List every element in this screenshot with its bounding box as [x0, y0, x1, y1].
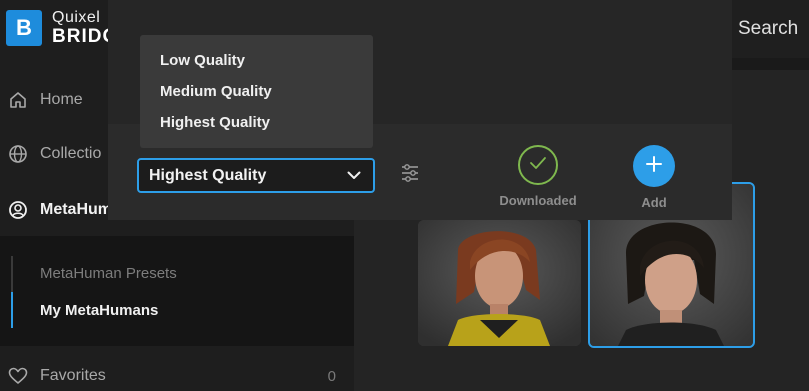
globe-icon [8, 144, 28, 164]
subnav-item-presets[interactable]: MetaHuman Presets [40, 265, 177, 282]
sidebar-item-label: Home [40, 91, 83, 108]
heart-icon [8, 366, 28, 386]
quality-option-highest[interactable]: Highest Quality [140, 111, 373, 142]
downloaded-status: Downloaded [491, 145, 585, 208]
user-circle-icon [8, 200, 28, 220]
metahuman-subnav: MetaHuman Presets My MetaHumans [0, 236, 354, 346]
add-circle [633, 145, 675, 187]
subnav-item-my-metahumans[interactable]: My MetaHumans [40, 302, 158, 319]
favorites-count: 0 [327, 367, 336, 385]
add-button[interactable]: Add [624, 145, 684, 210]
add-label: Add [641, 195, 667, 210]
sidebar-item-label: MetaHum [40, 201, 113, 218]
search-label: Search [738, 18, 799, 39]
sidebar-item-favorites[interactable]: Favorites 0 [0, 356, 354, 391]
chevron-down-icon [347, 171, 361, 180]
sliders-icon [400, 163, 420, 188]
sidebar-item-label: Collectio [40, 145, 102, 162]
quality-option-medium[interactable]: Medium Quality [140, 80, 373, 111]
female-portrait-image [418, 220, 581, 346]
sidebar-item-label: Favorites [40, 367, 106, 384]
search-bar[interactable]: Search [732, 0, 809, 58]
logo[interactable]: B [6, 10, 42, 46]
metahuman-card-female[interactable] [418, 220, 581, 346]
settings-sliders-button[interactable] [398, 163, 422, 187]
quality-select[interactable]: Highest Quality [137, 158, 375, 193]
quality-dropdown-menu: Low Quality Medium Quality Highest Quali… [140, 35, 373, 148]
downloaded-label: Downloaded [499, 193, 577, 208]
downloaded-circle [518, 145, 558, 185]
download-popup: Low Quality Medium Quality Highest Quali… [108, 0, 732, 220]
quality-selected-value: Highest Quality [149, 166, 267, 184]
logo-letter: B [16, 15, 32, 40]
subnav-active-indicator [11, 292, 13, 328]
home-icon [8, 90, 28, 110]
plus-icon [645, 155, 663, 178]
check-icon [529, 156, 547, 175]
quality-option-low[interactable]: Low Quality [140, 49, 373, 80]
